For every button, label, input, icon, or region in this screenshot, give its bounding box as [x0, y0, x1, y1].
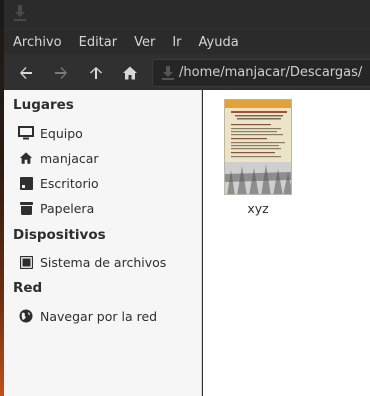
up-button[interactable]	[86, 63, 106, 83]
menu-ayuda[interactable]: Ayuda	[199, 35, 239, 50]
network-icon	[18, 308, 34, 324]
download-icon	[14, 5, 26, 21]
location-path: /home/manjacar/Descargas/	[179, 65, 363, 80]
home-icon	[123, 66, 137, 80]
titlebar	[4, 0, 370, 28]
file-view: xyz	[203, 90, 370, 396]
sidebar-item-label: Papelera	[40, 200, 95, 216]
home-button[interactable]	[120, 63, 140, 83]
file-name: xyz	[247, 201, 269, 216]
sidebar-item-papelera[interactable]: Papelera	[18, 198, 198, 218]
sidebar-item-label: Navegar por la red	[40, 308, 158, 324]
toolbar: /home/manjacar/Descargas/	[4, 57, 370, 89]
forward-button[interactable]	[51, 63, 71, 83]
sidebar-item-label: Escritorio	[40, 175, 99, 191]
download-folder-icon	[162, 66, 174, 80]
sidebar-item-label: Equipo	[40, 125, 83, 141]
sidebar-item-label: manjacar	[40, 150, 99, 166]
menu-ver[interactable]: Ver	[134, 35, 155, 50]
poster-thumbnail-image	[225, 100, 291, 194]
drive-icon	[18, 254, 34, 270]
menu-archivo[interactable]: Archivo	[13, 35, 62, 50]
desktop-icon	[18, 175, 34, 191]
arrow-left-icon	[20, 67, 32, 79]
back-button[interactable]	[16, 63, 36, 83]
section-dispositivos: Dispositivos	[13, 227, 106, 243]
sidebar-item-navegar-red[interactable]: Navegar por la red	[18, 306, 198, 326]
section-lugares: Lugares	[13, 97, 74, 113]
section-red: Red	[13, 280, 43, 296]
location-bar[interactable]: /home/manjacar/Descargas/	[152, 59, 370, 87]
sidebar: Lugares Equipo manjacar Escritorio Papel…	[4, 90, 202, 396]
sidebar-item-escritorio[interactable]: Escritorio	[18, 173, 198, 193]
monitor-icon	[18, 125, 34, 141]
sidebar-item-label: Sistema de archivos	[40, 254, 167, 270]
sidebar-item-equipo[interactable]: Equipo	[18, 123, 198, 143]
trash-icon	[18, 200, 34, 216]
arrow-up-icon	[90, 67, 102, 79]
sidebar-item-manjacar[interactable]: manjacar	[18, 148, 198, 168]
file-thumbnail[interactable]	[224, 99, 292, 195]
arrow-right-icon	[55, 67, 67, 79]
menu-editar[interactable]: Editar	[79, 35, 118, 50]
menubar: Archivo Editar Ver Ir Ayuda	[4, 30, 370, 54]
home-icon	[18, 150, 34, 166]
sidebar-item-sistema-de-archivos[interactable]: Sistema de archivos	[18, 252, 198, 272]
menu-ir[interactable]: Ir	[172, 35, 181, 50]
file-manager-window: Archivo Editar Ver Ir Ayuda /home/manjac…	[4, 0, 370, 396]
